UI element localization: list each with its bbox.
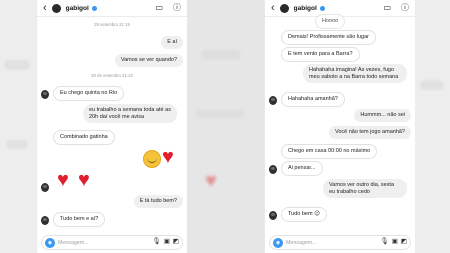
sticker-icon[interactable]: ◩ xyxy=(401,239,407,246)
chat-username[interactable]: gabigol xyxy=(66,5,89,12)
message-received[interactable]: Hoooo xyxy=(315,14,346,29)
message-timestamp: 30 de setembro 21:22 xyxy=(91,73,133,78)
background-blur-right xyxy=(414,0,450,253)
message-sent[interactable]: Vamos ver outro dia, sexta eu trabalho c… xyxy=(323,179,407,199)
chat-screen-left: ‹ gabigol ▭ ⓘ 29 setembro 21:15 E aí Vam… xyxy=(37,0,187,253)
heart-emoji: ♥ xyxy=(162,146,174,168)
message-received[interactable]: Combinado gatinha xyxy=(53,130,115,145)
verified-badge-icon xyxy=(91,5,97,11)
message-sent[interactable]: E tá tudo bem? xyxy=(133,195,183,208)
message-input[interactable]: Mensagem... xyxy=(286,240,377,246)
background-blur-middle: ♥ xyxy=(187,0,264,253)
message-input[interactable]: Mensagem... xyxy=(58,240,149,246)
message-received[interactable]: Ai pensar... xyxy=(281,161,323,176)
back-arrow-icon[interactable]: ‹ xyxy=(43,2,47,14)
message-received[interactable]: Chego em casa 00:00 no máximo xyxy=(281,144,378,159)
message-sent[interactable]: Vamos se ver quando? xyxy=(114,54,183,67)
message-received[interactable]: Demais! Profissamente são lugar xyxy=(281,30,377,45)
avatar xyxy=(41,216,49,225)
message-received[interactable]: Tudo bem 😉 xyxy=(281,207,327,222)
video-call-icon[interactable]: ▭ xyxy=(155,4,163,12)
avatar[interactable] xyxy=(51,3,61,13)
verified-badge-icon xyxy=(319,5,325,11)
avatar xyxy=(41,183,49,192)
message-sent[interactable]: Hummm... não sei xyxy=(354,109,411,122)
message-sent[interactable]: eu trabalho a semana toda até as 20h daí… xyxy=(83,104,177,124)
background-blur-left xyxy=(0,0,36,253)
avatar xyxy=(269,165,277,174)
message-sent[interactable]: Você não tem jogo amanhã? xyxy=(328,126,411,139)
avatar[interactable] xyxy=(279,3,289,13)
back-arrow-icon[interactable]: ‹ xyxy=(271,2,275,14)
message-sent[interactable]: E aí xyxy=(161,36,183,49)
avatar xyxy=(269,211,277,220)
camera-icon[interactable]: ◉ xyxy=(45,237,55,248)
gallery-icon[interactable]: ▣ xyxy=(392,239,398,246)
message-received[interactable]: E tem vento para a Barra? xyxy=(281,47,360,62)
video-call-icon[interactable]: ▭ xyxy=(383,4,391,12)
chat-header: ‹ gabigol ▭ ⓘ xyxy=(37,0,187,17)
message-timestamp: 29 setembro 21:15 xyxy=(94,22,130,27)
heart-emoji: ♥ xyxy=(57,169,69,191)
camera-icon[interactable]: ◉ xyxy=(273,237,283,248)
chat-screen-right: ‹ gabigol ▭ ⓘ Hoooo Demais! Profissament… xyxy=(265,0,415,253)
smile-emoji xyxy=(143,150,161,168)
avatar xyxy=(269,96,277,105)
avatar xyxy=(41,90,49,99)
message-received[interactable]: Eu chego quinta no Rio xyxy=(53,86,125,101)
gallery-icon[interactable]: ▣ xyxy=(164,239,170,246)
message-received[interactable]: Hahahaha amanhã? xyxy=(281,92,345,107)
heart-emoji: ♥ xyxy=(78,169,90,191)
sticker-icon[interactable]: ◩ xyxy=(173,239,179,246)
message-composer[interactable]: ◉ Mensagem... 🎙 ▣ ◩ xyxy=(41,235,183,250)
chat-username[interactable]: gabigol xyxy=(294,5,317,12)
message-sent[interactable]: Hahahaha imagina! As vezes, fugo meu sab… xyxy=(303,64,407,84)
info-icon[interactable]: ⓘ xyxy=(401,4,409,12)
mic-icon[interactable]: 🎙 xyxy=(152,239,160,246)
message-received[interactable]: Tudo bem e aí? xyxy=(53,212,106,227)
info-icon[interactable]: ⓘ xyxy=(173,4,181,12)
message-composer[interactable]: ◉ Mensagem... 🎙 ▣ ◩ xyxy=(269,235,411,250)
mic-icon[interactable]: 🎙 xyxy=(380,239,388,246)
